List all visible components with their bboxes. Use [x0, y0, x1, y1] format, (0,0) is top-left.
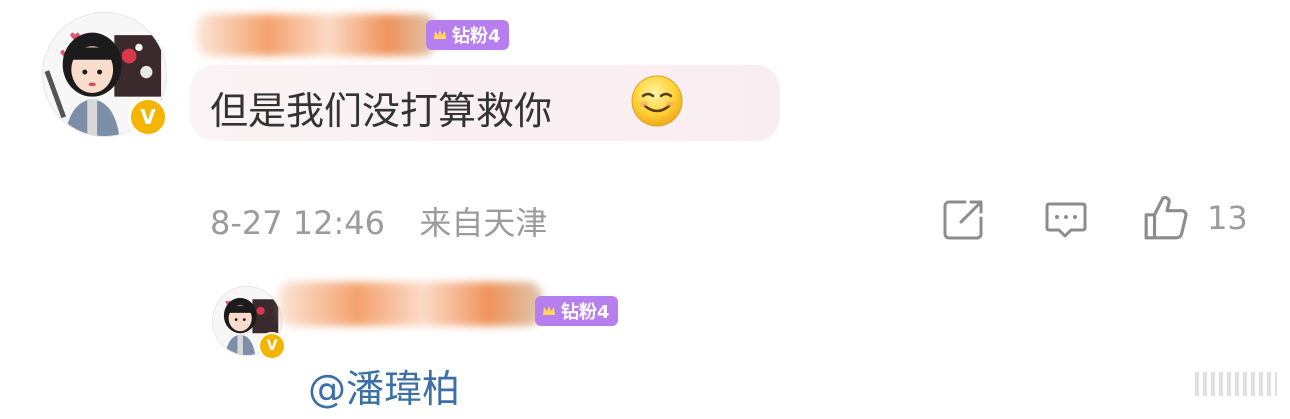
verified-badge-label: V	[140, 105, 156, 129]
fan-badge[interactable]: 钻粉4	[426, 20, 509, 50]
smile-emoji-icon	[631, 75, 683, 127]
repost-icon[interactable]	[941, 196, 987, 242]
mention-link[interactable]: @潘瑋柏	[308, 358, 460, 413]
like-count: 13	[1207, 199, 1248, 237]
location: 来自天津	[419, 204, 548, 242]
verified-badge: V	[128, 97, 168, 137]
fan-badge-label: 钻粉4	[452, 26, 501, 47]
diamond-fan-icon	[434, 30, 446, 39]
comment-icon[interactable]	[1043, 196, 1089, 242]
thumbs-up-icon[interactable]	[1142, 194, 1190, 242]
fan-badge-label: 钻粉4	[561, 302, 610, 323]
fan-badge[interactable]: 钻粉4	[535, 296, 618, 326]
verified-badge: V	[258, 332, 286, 360]
diamond-fan-icon	[543, 306, 555, 315]
verified-badge-label: V	[266, 338, 278, 354]
redacted-username	[278, 282, 542, 326]
comment-text: 但是我们没打算救你	[210, 89, 553, 133]
watermark	[1195, 372, 1277, 396]
timestamp: 8-27 12:46	[210, 204, 386, 242]
redacted-username	[196, 14, 436, 56]
comment-meta: 8-27 12:46 来自天津	[210, 198, 547, 244]
